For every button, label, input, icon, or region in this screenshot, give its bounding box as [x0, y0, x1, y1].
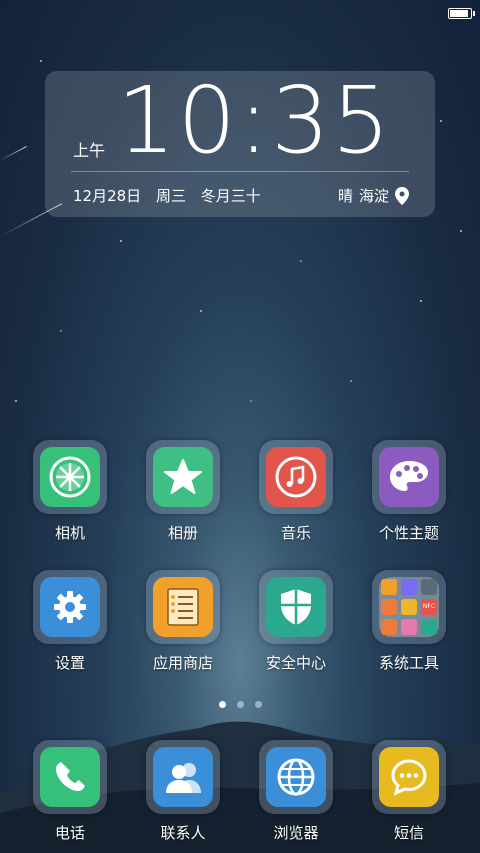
app-security-center[interactable]: 安全中心 — [251, 570, 341, 673]
app-music[interactable]: 音乐 — [251, 440, 341, 543]
message-icon — [391, 759, 427, 796]
dock-phone[interactable]: 电话 — [25, 740, 115, 843]
app-label: 短信 — [393, 824, 424, 842]
palette-icon — [390, 461, 428, 491]
voice-mini-icon — [401, 579, 417, 595]
app-store[interactable]: 应用商店 — [138, 570, 228, 673]
battery-icon — [448, 8, 475, 19]
app-label: 应用商店 — [152, 654, 213, 672]
app-label: 系统工具 — [378, 654, 439, 672]
clock-weather-widget[interactable]: 上午 10:35 12月28日 周三 冬月三十 晴 海淀 — [45, 71, 435, 217]
dock-contacts[interactable]: 联系人 — [138, 740, 228, 843]
fingerprint-mini-icon — [421, 619, 437, 635]
app-gallery[interactable]: 相册 — [138, 440, 228, 543]
clock-time: 10:35 — [117, 67, 393, 174]
page-indicator — [0, 701, 480, 708]
globe-icon — [277, 758, 315, 796]
app-label: 电话 — [54, 824, 85, 842]
widget-divider — [71, 171, 409, 172]
shield-icon — [281, 589, 311, 625]
weather-location: 晴 海淀 — [338, 185, 409, 206]
phone-icon — [56, 762, 85, 791]
app-label: 个性主题 — [378, 524, 439, 542]
dock-messages[interactable]: 短信 — [364, 740, 454, 843]
folder-icon: NFC — [379, 577, 439, 637]
app-label: 相机 — [54, 524, 85, 542]
book-mini-icon — [381, 579, 397, 595]
location-label: 海淀 — [358, 187, 389, 205]
folder-system-tools[interactable]: NFC 系统工具 — [364, 570, 454, 673]
ampm-label: 上午 — [73, 141, 106, 160]
calculator-mini-icon — [421, 579, 437, 595]
page-dot-active[interactable] — [218, 701, 226, 708]
page-dot[interactable] — [254, 701, 262, 708]
gear-icon — [54, 591, 86, 623]
clock-mini-icon — [401, 599, 417, 615]
location-pin-icon — [395, 186, 409, 205]
weather-label: 晴 — [337, 187, 353, 205]
app-label: 音乐 — [280, 524, 311, 542]
dock-browser[interactable]: 浏览器 — [251, 740, 341, 843]
page-dot[interactable] — [236, 701, 244, 708]
date-label: 12月28日 — [73, 187, 142, 205]
app-label: 安全中心 — [265, 654, 326, 672]
photo-mini-icon — [401, 619, 417, 635]
music-icon — [275, 456, 317, 498]
nfc-mini-icon: NFC — [421, 599, 437, 615]
contacts-icon — [166, 763, 201, 793]
camera-icon — [49, 456, 91, 498]
app-settings[interactable]: 设置 — [25, 570, 115, 673]
app-label: 联系人 — [160, 824, 206, 842]
app-label: 相册 — [167, 524, 198, 542]
app-themes[interactable]: 个性主题 — [364, 440, 454, 543]
compass-mini-icon — [381, 619, 397, 635]
fm-mini-icon — [381, 599, 397, 615]
weekday-label: 周三 — [155, 187, 186, 205]
lunar-date-label: 冬月三十 — [200, 187, 261, 205]
app-camera[interactable]: 相机 — [25, 440, 115, 543]
app-store-icon — [167, 588, 199, 626]
date-row: 12月28日 周三 冬月三十 — [73, 185, 271, 206]
app-label: 设置 — [54, 654, 85, 672]
star-icon — [164, 459, 202, 494]
app-label: 浏览器 — [273, 824, 319, 842]
